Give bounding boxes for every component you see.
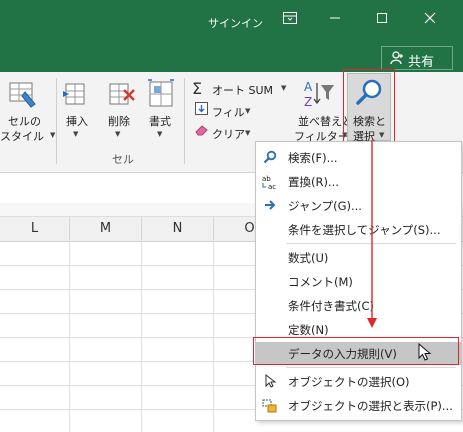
find-select-dropdown-icon: ▼ (379, 131, 385, 139)
insert-label[interactable]: 挿入 (66, 113, 88, 129)
delete-dropdown-icon[interactable]: ▼ (115, 130, 120, 138)
column-header-l[interactable]: L (0, 217, 70, 241)
search-icon (262, 150, 278, 166)
clear-label[interactable]: クリア (212, 126, 245, 142)
menu-item-comments[interactable]: コメント(M) (256, 270, 461, 293)
selection-pane-icon (262, 398, 278, 414)
menu-item-label: 条件付き書式(C) (288, 299, 375, 313)
delete-cells-icon[interactable] (106, 80, 136, 111)
menu-item-label: ジャンプ(G)... (288, 199, 362, 213)
grid-line (213, 240, 214, 432)
autosum-label[interactable]: オート SUM (212, 82, 273, 98)
menu-item-selection-pane[interactable]: オブジェクトの選択と表示(P)... (256, 394, 461, 417)
menu-item-conditional-formatting[interactable]: 条件付き書式(C) (256, 294, 461, 317)
signin-link[interactable]: サインイン (208, 15, 263, 31)
clear-dropdown-icon[interactable]: ▼ (245, 129, 250, 137)
fill-icon[interactable] (195, 102, 208, 118)
sort-filter-icon[interactable]: A Z (303, 79, 335, 112)
share-button[interactable]: 共有 (381, 46, 453, 70)
insert-cells-icon[interactable] (62, 80, 88, 111)
fill-dropdown-icon[interactable]: ▼ (245, 107, 250, 115)
group-separator (184, 78, 185, 164)
column-header-n[interactable]: N (142, 217, 214, 241)
share-label: 共有 (408, 55, 435, 70)
menu-separator (286, 367, 456, 368)
mouse-cursor-icon (418, 342, 434, 366)
menu-item-label: オブジェクトの選択と表示(P)... (288, 399, 453, 413)
menu-item-label: 検索(F)... (288, 151, 338, 165)
autosum-icon[interactable]: Σ (192, 79, 202, 98)
svg-text:ac: ac (268, 183, 276, 190)
menu-item-label: 置換(R)... (288, 175, 339, 189)
menu-item-goto[interactable]: ジャンプ(G)... (256, 194, 461, 217)
cell-style-label-2[interactable]: スタイル (0, 128, 44, 144)
svg-text:Z: Z (304, 95, 312, 109)
menu-item-select-objects[interactable]: オブジェクトの選択(O) (256, 370, 461, 393)
pointer-icon (262, 373, 278, 390)
fill-label[interactable]: フィル (212, 104, 245, 120)
magnifier-icon (355, 77, 385, 110)
menu-item-goto-special[interactable]: 条件を選択してジャンプ(S)... (256, 218, 461, 241)
menu-item-label: オブジェクトの選択(O) (288, 375, 410, 389)
menu-item-find[interactable]: 検索(F)... (256, 146, 461, 169)
annotation-arrow (367, 140, 377, 328)
column-header-m[interactable]: M (70, 217, 142, 241)
cell-style-dropdown-icon[interactable]: ▼ (50, 131, 55, 139)
close-icon[interactable] (421, 12, 439, 28)
delete-label[interactable]: 削除 (108, 113, 130, 129)
find-select-menu: 検索(F)... ab ac 置換(R)... ジャンプ(G)... 条件を選択し… (255, 141, 462, 421)
grid-line (141, 240, 142, 432)
menu-item-label: 定数(N) (288, 323, 329, 337)
maximize-icon[interactable] (373, 12, 391, 28)
autosum-dropdown-icon[interactable]: ▼ (281, 84, 286, 92)
grid-line (69, 240, 70, 432)
format-label[interactable]: 書式 (149, 113, 171, 129)
find-select-label-1: 検索と (353, 115, 386, 128)
format-dropdown-icon[interactable]: ▼ (157, 130, 162, 138)
minimize-icon[interactable] (326, 12, 344, 28)
format-cells-icon[interactable] (147, 79, 175, 112)
menu-item-label: コメント(M) (288, 275, 353, 289)
insert-dropdown-icon[interactable]: ▼ (73, 130, 78, 138)
menu-item-label: 数式(U) (288, 251, 329, 265)
menu-item-formulas[interactable]: 数式(U) (256, 246, 461, 269)
ribbon-display-options-icon[interactable] (281, 12, 299, 28)
cell-style-label-1[interactable]: セルの (8, 113, 41, 129)
person-icon (390, 51, 404, 69)
arrow-right-icon (262, 198, 278, 214)
eraser-icon[interactable] (195, 124, 209, 139)
replace-icon: ab ac (262, 174, 278, 191)
group-separator (56, 78, 57, 164)
svg-text:ab: ab (262, 175, 271, 183)
menu-item-replace[interactable]: ab ac 置換(R)... (256, 170, 461, 193)
cells-group-label: セル (112, 153, 134, 166)
cell-style-icon (8, 80, 38, 113)
svg-text:A: A (304, 80, 313, 94)
